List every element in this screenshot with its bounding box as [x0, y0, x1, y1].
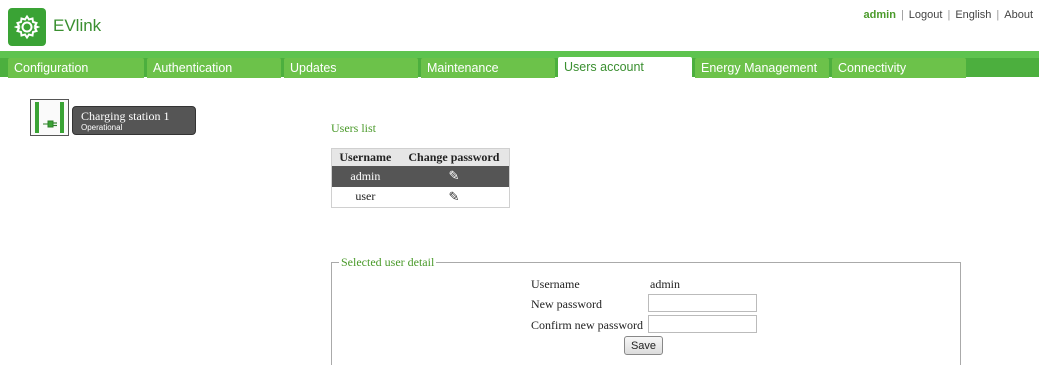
change-password-cell[interactable]: ✎ [399, 187, 510, 208]
top-links: admin | Logout | English | About [864, 9, 1033, 21]
username-cell[interactable]: admin [331, 165, 399, 187]
table-header-row: Username Change password [331, 148, 510, 166]
separator: | [996, 9, 1000, 21]
station-status: Operational [81, 123, 123, 132]
separator: | [947, 9, 951, 21]
users-list-title: Users list [331, 121, 376, 135]
about-link[interactable]: About [1004, 9, 1033, 21]
gear-icon [14, 14, 40, 40]
new-password-input[interactable] [648, 294, 757, 312]
tab-energy-management[interactable]: Energy Management [695, 58, 829, 78]
tab-configuration[interactable]: Configuration [8, 58, 144, 78]
username-cell[interactable]: user [332, 187, 399, 208]
tab-connectivity[interactable]: Connectivity [832, 58, 966, 78]
detail-legend: Selected user detail [339, 255, 437, 270]
separator: | [900, 9, 904, 21]
username-value: admin [650, 277, 680, 291]
save-button[interactable]: Save [624, 336, 663, 355]
language-link[interactable]: English [955, 9, 991, 21]
brand-name: EVlink [53, 16, 102, 35]
pencil-icon[interactable]: ✎ [448, 189, 459, 205]
table-row[interactable]: user ✎ [332, 187, 510, 208]
column-header-change-password: Change password [398, 148, 510, 166]
charging-station-icon[interactable] [30, 99, 69, 136]
tab-updates[interactable]: Updates [284, 58, 418, 78]
table-row[interactable]: admin ✎ [331, 165, 510, 187]
column-header-username: Username [331, 148, 399, 166]
station-name: Charging station 1 [81, 109, 170, 123]
tab-maintenance[interactable]: Maintenance [421, 58, 555, 78]
users-table: Username Change password admin ✎ user ✎ [331, 148, 510, 208]
current-user: admin [863, 9, 896, 21]
confirm-password-input[interactable] [648, 315, 757, 333]
username-label: Username [531, 277, 580, 291]
change-password-cell[interactable]: ✎ [398, 165, 510, 187]
plug-icon [43, 120, 57, 128]
new-password-label: New password [531, 297, 602, 311]
logo [8, 8, 46, 46]
tab-authentication[interactable]: Authentication [147, 58, 281, 78]
confirm-password-label: Confirm new password [531, 318, 643, 332]
tab-users-account[interactable]: Users account [558, 57, 692, 78]
station-selector[interactable]: Charging station 1 Operational [72, 106, 196, 135]
logout-link[interactable]: Logout [909, 9, 943, 21]
pencil-icon[interactable]: ✎ [448, 168, 459, 184]
